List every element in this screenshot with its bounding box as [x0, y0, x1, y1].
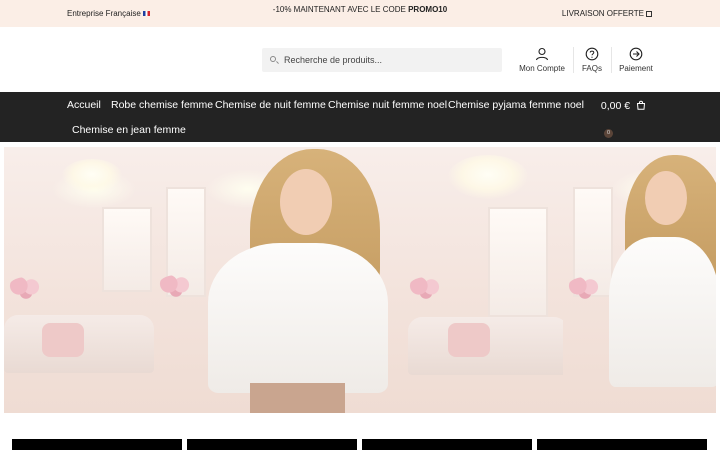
help-circle-icon [585, 47, 599, 61]
user-icon [535, 47, 549, 61]
shipping-notice[interactable]: LIVRAISON OFFERTE [562, 9, 652, 18]
shopping-bag-icon [636, 100, 646, 110]
nav-item-home[interactable]: Accueil [67, 99, 101, 111]
pillow-image [448, 323, 490, 357]
category-tile[interactable] [537, 439, 707, 450]
model-face [280, 169, 332, 235]
nav-item-shirt-dress[interactable]: Robe chemise femme [111, 99, 213, 111]
window-image [488, 207, 548, 317]
faqs-label: FAQs [581, 64, 602, 73]
payment-label: Paiement [619, 64, 653, 73]
flowers-image [8, 277, 44, 299]
cart-total: 0,00 € [600, 100, 631, 112]
flowers-image [158, 275, 194, 297]
nav-item-denim-shirt[interactable]: Chemise en jean femme [72, 124, 186, 136]
account-label: Mon Compte [519, 64, 565, 73]
header-divider [611, 47, 612, 73]
model-face [645, 171, 687, 225]
nav-item-christmas-pajama-shirt[interactable]: Chemise pyjama femme noel [448, 99, 584, 111]
hero-slider[interactable] [0, 142, 720, 413]
category-tile[interactable] [12, 439, 182, 450]
chandelier-image [448, 155, 528, 199]
cart-count-badge: 0 [604, 129, 613, 138]
payment-link[interactable]: Paiement [618, 47, 654, 73]
search-input[interactable] [284, 48, 496, 72]
search-icon[interactable] [270, 56, 276, 62]
model-white-shirt [208, 243, 388, 393]
model-pants [250, 383, 345, 413]
model-white-shirt [609, 237, 716, 387]
site-header: Mon Compte FAQs Paiement [0, 27, 720, 92]
account-link[interactable]: Mon Compte [519, 47, 565, 73]
promo-text: -10% MAINTENANT AVEC LE CODE [272, 5, 409, 14]
chandelier-image [62, 159, 122, 193]
announcement-bar: Entreprise Française -10% MAINTENANT AVE… [0, 0, 720, 27]
search-bar[interactable] [262, 48, 502, 72]
hero-slide-main[interactable] [158, 147, 563, 413]
flowers-image [408, 277, 444, 299]
promo-code: PROMO10 [408, 5, 448, 14]
nav-item-nightshirt[interactable]: Chemise de nuit femme [215, 99, 326, 111]
hero-slide-right[interactable] [563, 147, 716, 413]
faqs-link[interactable]: FAQs [580, 47, 604, 73]
category-tile[interactable] [187, 439, 357, 450]
window-image [102, 207, 152, 292]
header-divider [573, 47, 574, 73]
hero-slide-left[interactable] [4, 147, 158, 413]
arrow-right-circle-icon [629, 47, 643, 61]
cart-button[interactable]: 0,00 € [601, 100, 646, 112]
truck-icon [646, 11, 652, 17]
nav-item-christmas-nightshirt[interactable]: Chemise nuit femme noel [328, 99, 447, 111]
category-tile[interactable] [362, 439, 532, 450]
shipping-text: LIVRAISON OFFERTE [561, 9, 644, 18]
pillow-image [42, 323, 84, 357]
flowers-image [567, 277, 603, 299]
